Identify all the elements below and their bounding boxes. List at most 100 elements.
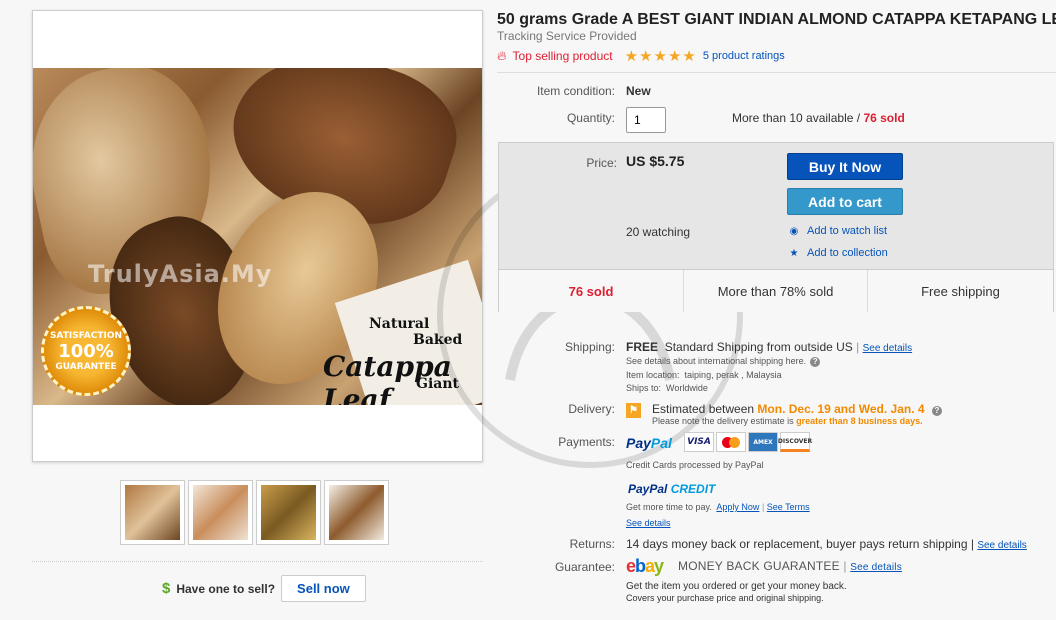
image-caption-giant: Giant — [416, 376, 459, 392]
money-back-guarantee: MONEY BACK GUARANTEE | See details — [678, 559, 902, 573]
stats-free-shipping: Free shipping — [921, 283, 1000, 299]
shipping-see-details-link[interactable]: See details — [863, 343, 912, 354]
ebay-letter: a — [645, 556, 655, 576]
paypal-credit-logo: PayPal CREDIT — [628, 482, 715, 496]
thumbnail-4[interactable] — [324, 480, 389, 545]
collection-label: Add to collection — [807, 247, 888, 259]
thumbnail-image — [261, 485, 316, 540]
delivery-estimate: Estimated between Mon. Dec. 19 and Wed. … — [652, 402, 942, 416]
main-product-image[interactable]: TrulyAsia.My SATISFACTION 100% GUARANTEE… — [33, 68, 482, 405]
delivery-note: Please note the delivery estimate is gre… — [652, 416, 923, 426]
condition-value: New — [626, 84, 651, 98]
add-to-cart-button[interactable]: Add to cart — [787, 188, 903, 215]
paypal-logo-part: Pal — [650, 435, 672, 451]
payments-label: Payments: — [558, 435, 615, 449]
intl-shipping-note: See details about international shipping… — [626, 356, 821, 367]
intl-note-text[interactable]: See details about international shipping… — [626, 356, 806, 366]
mbg-text: MONEY BACK GUARANTEE — [678, 559, 840, 573]
paypal-credit-part: CREDIT — [670, 482, 716, 496]
quantity-availability: More than 10 available / 76 sold — [732, 111, 905, 125]
image-watermark: TrulyAsia.My — [88, 260, 273, 288]
help-icon[interactable]: ? — [810, 357, 821, 367]
satisfaction-seal: SATISFACTION 100% GUARANTEE — [41, 306, 131, 396]
thumbnail-2[interactable] — [188, 480, 253, 545]
image-caption-natural: Natural — [369, 316, 430, 332]
divider — [32, 561, 483, 562]
amex-logo: AMEX — [748, 432, 778, 452]
quantity-input[interactable] — [626, 107, 666, 133]
ebay-letter: y — [654, 556, 664, 576]
quantity-label: Quantity: — [566, 111, 615, 125]
price-box: Price: US $5.75 20 watching Buy It Now A… — [498, 142, 1054, 312]
help-icon[interactable]: ? — [931, 406, 942, 416]
thumbnail-1[interactable] — [120, 480, 185, 545]
ebay-letter: e — [626, 556, 636, 576]
shipping-line: FREE Standard Shipping from outside US |… — [626, 340, 912, 354]
top-selling-badge: Top selling product — [512, 49, 613, 63]
add-to-collection-link[interactable]: ★ Add to collection — [789, 247, 888, 259]
eye-icon: ◉ — [789, 225, 799, 237]
ships-to-value: Worldwide — [666, 383, 708, 393]
image-caption-baked: Baked — [413, 332, 463, 348]
returns-label: Returns: — [569, 537, 615, 551]
thumbnail-image — [329, 485, 384, 540]
see-terms-link[interactable]: See Terms — [767, 502, 810, 512]
cards-note: Credit Cards processed by PayPal — [626, 460, 764, 470]
thumbnail-strip — [120, 480, 389, 545]
sell-now-button[interactable]: Sell now — [281, 575, 366, 602]
ebay-letter: b — [635, 556, 646, 576]
shipping-free: FREE — [626, 340, 659, 354]
thumbnail-image — [125, 485, 180, 540]
sold-count-link[interactable]: 76 sold — [863, 111, 904, 125]
delivery-dates: Mon. Dec. 19 and Wed. Jan. 4 — [757, 402, 925, 416]
payments-see-details-link[interactable]: See details — [626, 518, 671, 528]
discover-logo: DISCOVER — [778, 432, 812, 452]
star-icon: ★ — [789, 247, 799, 259]
badge-row: 🔥︎ Top selling product ★★★★★ 5 product r… — [497, 47, 785, 65]
delivery-label: Delivery: — [568, 402, 615, 416]
paypal-credit-part: PayPal — [628, 482, 668, 496]
condition-label: Item condition: — [536, 84, 615, 98]
flag-icon: ⚑ — [626, 403, 641, 418]
item-location: Item location: taiping, perak , Malaysia — [626, 370, 782, 380]
thumbnail-image — [193, 485, 248, 540]
payments-details: See details — [626, 518, 671, 528]
buy-it-now-button[interactable]: Buy It Now — [787, 153, 903, 180]
main-image-frame[interactable]: TrulyAsia.My SATISFACTION 100% GUARANTEE… — [32, 10, 483, 462]
watching-count: 20 watching — [626, 225, 691, 239]
estimated-text: Estimated between — [652, 402, 755, 416]
stats-percent-sold: More than 78% sold — [684, 270, 868, 312]
guarantee-see-details-link[interactable]: See details — [850, 562, 902, 573]
seal-bottom-text: GUARANTEE — [55, 361, 117, 372]
listing-title: 50 grams Grade A BEST GIANT INDIAN ALMON… — [497, 11, 1056, 28]
shipping-method: Standard Shipping from outside US — [664, 340, 853, 354]
thumbnail-3[interactable] — [256, 480, 321, 545]
available-text: More than 10 available / — [732, 111, 861, 125]
shipping-label: Shipping: — [564, 340, 615, 354]
guarantee-line-1: Get the item you ordered or get your mon… — [626, 581, 847, 592]
stats-sold: 76 sold — [499, 270, 684, 312]
returns-text: 14 days money back or replacement, buyer… — [626, 537, 974, 551]
card-logos: VISA AMEX DISCOVER — [684, 432, 812, 452]
stats-bar: 76 sold More than 78% sold Free shipping — [499, 269, 1053, 312]
price-label: Price: — [586, 156, 617, 170]
mastercard-logo — [716, 432, 746, 452]
delivery-note-highlight: greater than 8 business days. — [796, 416, 923, 426]
paypal-logo: PayPal — [626, 435, 672, 451]
guarantee-label: Guarantee: — [554, 560, 615, 574]
divider — [497, 72, 1056, 73]
product-ratings-link[interactable]: 5 product ratings — [703, 50, 785, 62]
location-value: taiping, perak , Malaysia — [684, 370, 782, 380]
rating-stars: ★★★★★ — [624, 48, 697, 65]
credit-note: Get more time to pay. Apply Now | See Te… — [626, 502, 810, 512]
dollar-icon: $ — [162, 580, 171, 597]
price-value: US $5.75 — [626, 153, 685, 169]
fire-icon: 🔥︎ — [497, 48, 507, 63]
credit-note-text: Get more time to pay. — [626, 502, 712, 512]
returns-see-details-link[interactable]: See details — [977, 540, 1026, 551]
add-to-watch-list-link[interactable]: ◉ Add to watch list — [789, 225, 887, 237]
apply-now-link[interactable]: Apply Now — [716, 502, 759, 512]
returns-line: 14 days money back or replacement, buyer… — [626, 537, 1027, 551]
watch-list-label: Add to watch list — [807, 225, 888, 237]
listing-subtitle: Tracking Service Provided — [497, 29, 637, 43]
